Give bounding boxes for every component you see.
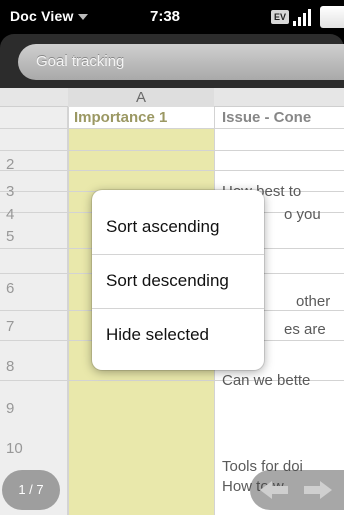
menu-item-sort-ascending[interactable]: Sort ascending — [92, 200, 264, 254]
document-title: Goal tracking — [36, 53, 125, 70]
arrow-right-icon[interactable] — [302, 479, 334, 501]
status-bar: Doc View 7:38 EV — [0, 0, 344, 34]
signal-icon — [293, 8, 315, 26]
battery-icon — [320, 6, 344, 28]
arrow-left-icon[interactable] — [258, 479, 290, 501]
menu-item-sort-descending[interactable]: Sort descending — [92, 254, 264, 308]
app-menu-label: Doc View — [10, 8, 74, 24]
app-menu[interactable]: Doc View — [10, 8, 88, 24]
chevron-down-icon — [77, 14, 88, 21]
clock: 7:38 — [150, 8, 181, 25]
page-indicator[interactable]: 1 / 7 — [2, 470, 60, 510]
menu-item-hide-selected[interactable]: Hide selected — [92, 308, 264, 362]
document-header: Goal tracking — [0, 34, 344, 88]
context-menu: Sort ascending Sort descending Hide sele… — [92, 190, 264, 370]
document-title-bar[interactable]: Goal tracking — [18, 44, 344, 80]
ev-badge: EV — [271, 10, 289, 24]
page-nav-controls — [250, 470, 344, 510]
